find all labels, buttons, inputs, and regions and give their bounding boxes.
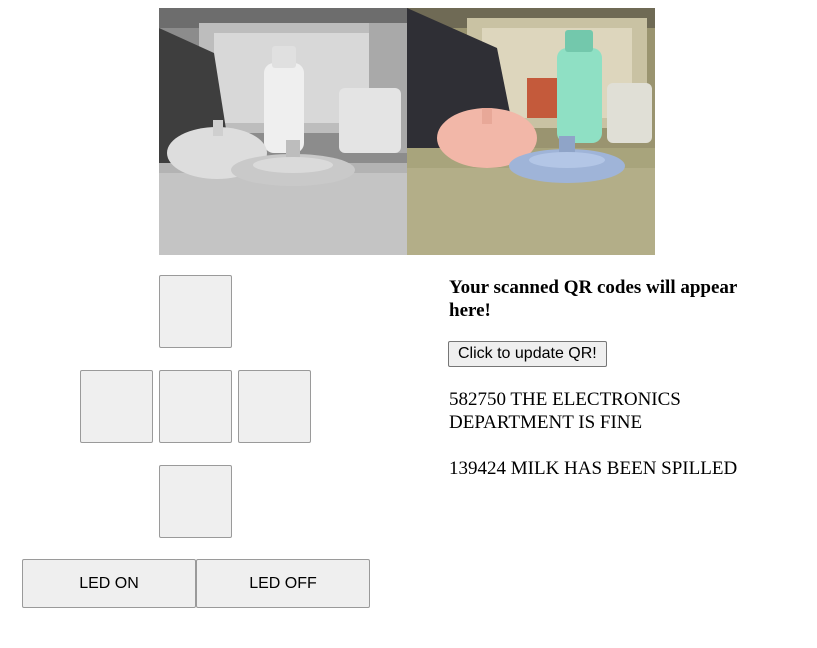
- dpad-left-button[interactable]: [80, 370, 153, 443]
- qr-code-item: 139424 MILK HAS BEEN SPILLED: [449, 458, 738, 479]
- led-off-button[interactable]: LED OFF: [196, 559, 370, 608]
- update-qr-button[interactable]: Click to update QR!: [448, 341, 607, 367]
- camera-feed: [159, 8, 655, 255]
- camera-view-color: [407, 8, 655, 255]
- dpad-right-button[interactable]: [238, 370, 311, 443]
- dpad-down-button[interactable]: [159, 465, 232, 538]
- dpad-center-button[interactable]: [159, 370, 232, 443]
- qr-heading: Your scanned QR codes will appear here!: [449, 277, 738, 321]
- led-on-button[interactable]: LED ON: [22, 559, 196, 608]
- qr-code-list: 582750 THE ELECTRONICS DEPARTMENT IS FIN…: [449, 388, 769, 503]
- camera-view-grayscale: [159, 8, 407, 255]
- qr-code-item: 582750 THE ELECTRONICS DEPARTMENT IS FIN…: [449, 389, 681, 433]
- dpad-up-button[interactable]: [159, 275, 232, 348]
